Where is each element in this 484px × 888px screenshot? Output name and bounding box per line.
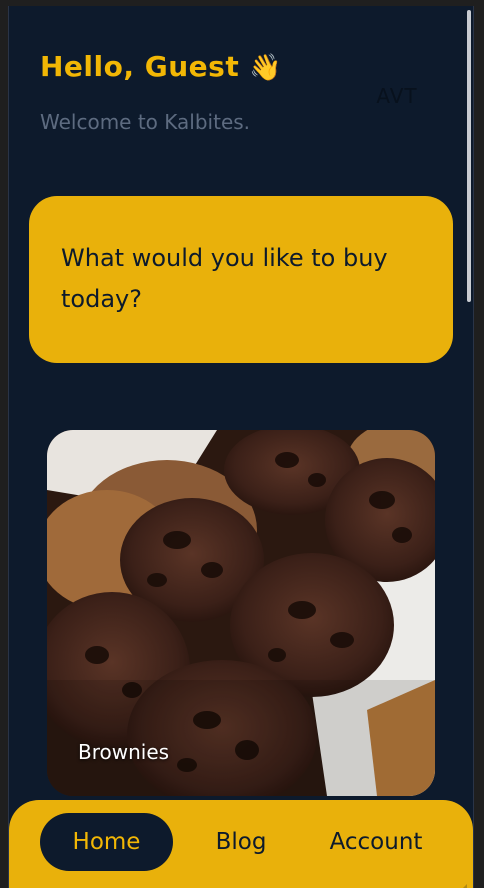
greeting-text: Hello, Guest <box>40 50 240 83</box>
scrollbar[interactable] <box>467 10 471 302</box>
product-card-brownies[interactable]: Brownies <box>47 430 435 796</box>
resize-handle-icon[interactable] <box>451 884 467 888</box>
avatar[interactable]: AVT <box>349 76 445 116</box>
nav-home[interactable]: Home <box>40 813 173 871</box>
waving-hand-icon: 👋 <box>249 53 283 83</box>
bottom-navigation: Home Blog Account <box>9 800 473 888</box>
app-frame: Hello, Guest 👋 Welcome to Kalbites. AVT W… <box>8 6 474 888</box>
nav-blog[interactable]: Blog <box>189 813 293 871</box>
product-label: Brownies <box>78 740 170 764</box>
prompt-card: What would you like to buy today? <box>29 196 453 363</box>
nav-account[interactable]: Account <box>309 813 443 871</box>
greeting-heading: Hello, Guest 👋 <box>40 50 282 83</box>
prompt-text: What would you like to buy today? <box>61 244 388 313</box>
welcome-subtitle: Welcome to Kalbites. <box>40 110 251 134</box>
